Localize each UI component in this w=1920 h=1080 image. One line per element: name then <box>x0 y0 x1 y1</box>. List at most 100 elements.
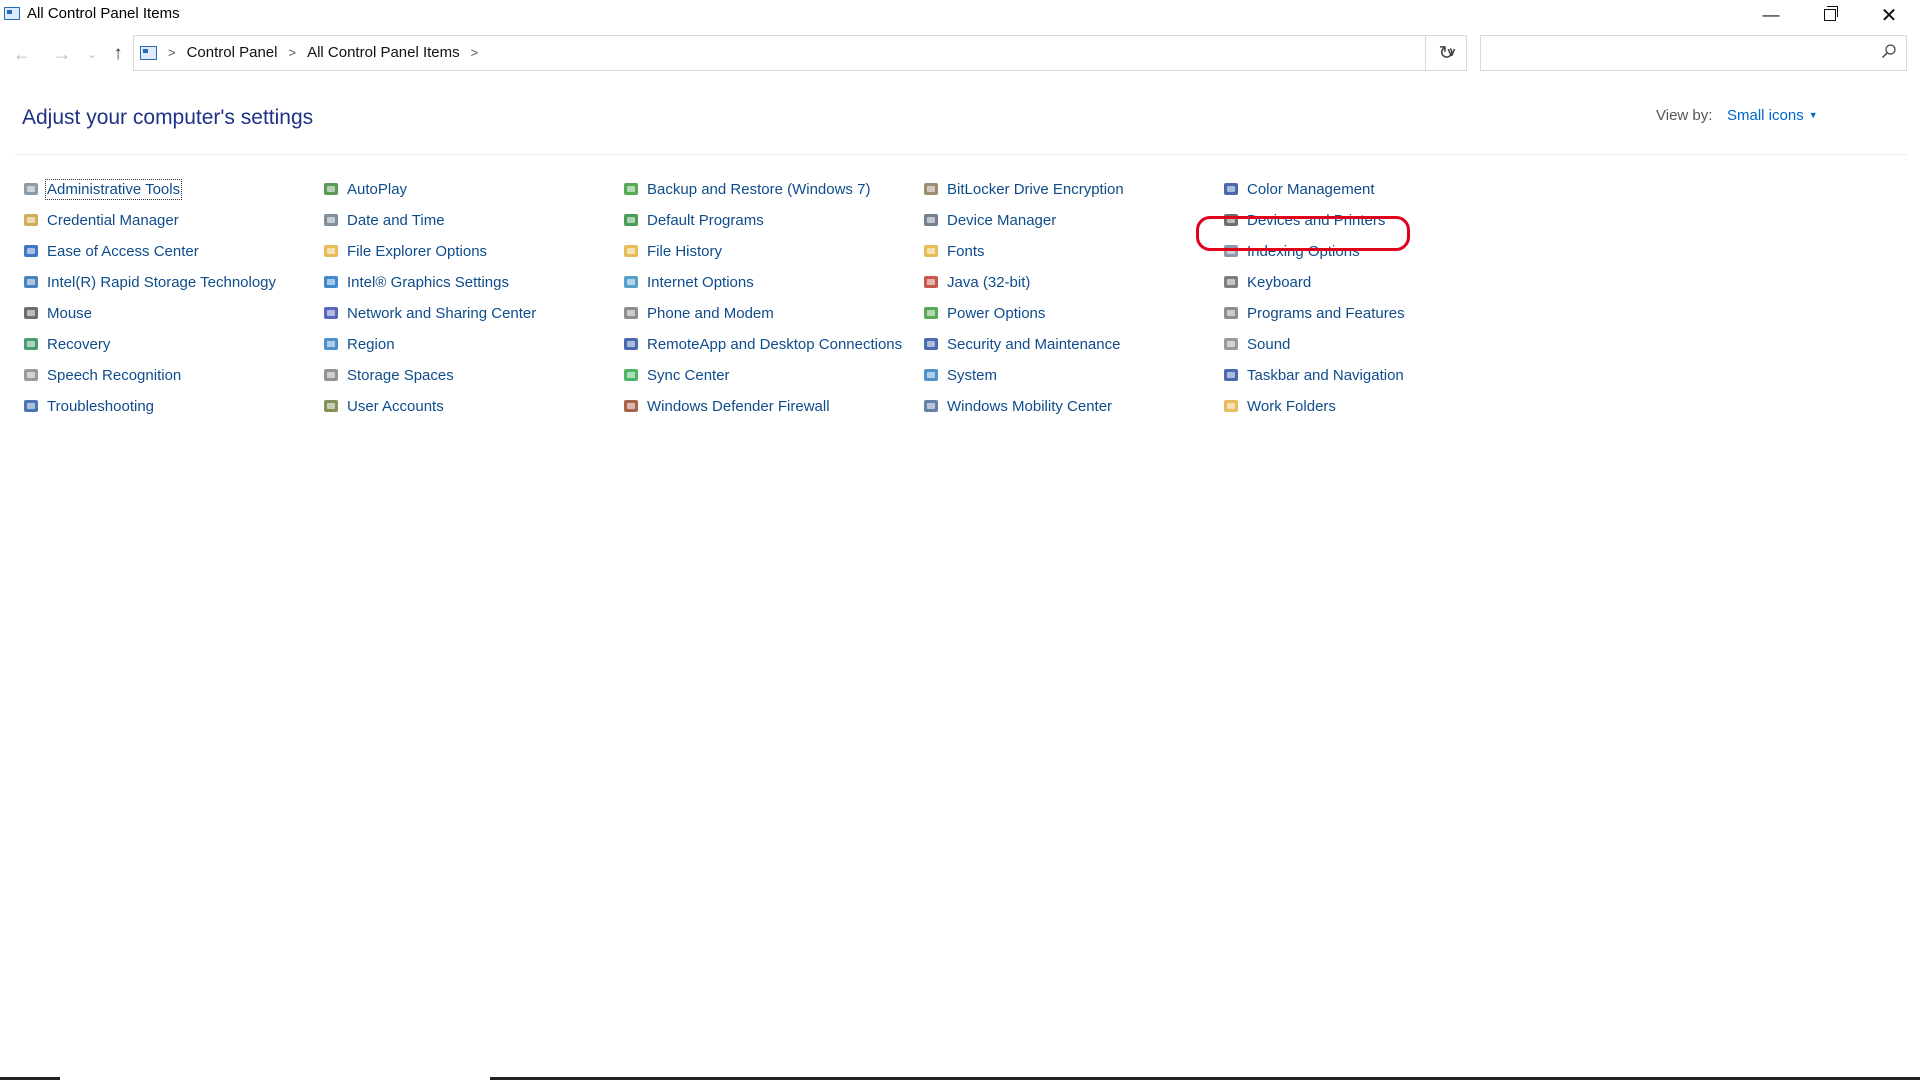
control-panel-item[interactable]: System <box>922 363 998 387</box>
up-arrow-icon: ↑ <box>113 43 123 64</box>
color-management-icon <box>1222 180 1240 198</box>
item-label: Windows Mobility Center <box>947 397 1113 415</box>
control-panel-item[interactable]: Administrative Tools <box>22 177 183 201</box>
control-panel-item[interactable]: Phone and Modem <box>622 301 775 325</box>
back-arrow-icon: ← <box>13 43 31 64</box>
control-panel-item[interactable]: Security and Maintenance <box>922 332 1121 356</box>
breadcrumb-separator-icon[interactable]: > <box>471 45 479 60</box>
control-panel-item[interactable]: Windows Mobility Center <box>922 394 1113 418</box>
control-panel-item[interactable]: Sound <box>1222 332 1291 356</box>
up-button[interactable]: ↑ <box>106 40 130 68</box>
breadcrumb-separator-icon[interactable]: > <box>288 45 296 60</box>
phone-modem-icon <box>622 304 640 322</box>
page-title: Adjust your computer's settings <box>22 106 314 129</box>
control-panel-item[interactable]: Java (32-bit) <box>922 270 1031 294</box>
control-panel-item[interactable]: Fonts <box>922 239 986 263</box>
control-panel-item[interactable]: Network and Sharing Center <box>322 301 537 325</box>
control-panel-item[interactable]: Keyboard <box>1222 270 1312 294</box>
forward-button[interactable]: → <box>50 40 74 68</box>
item-label: System <box>947 366 998 384</box>
view-by-dropdown[interactable]: Small icons ▼ <box>1727 107 1818 124</box>
control-panel-item[interactable]: Date and Time <box>322 208 446 232</box>
item-label: Sound <box>1247 335 1291 353</box>
control-panel-item[interactable]: File Explorer Options <box>322 239 488 263</box>
clock-icon <box>322 211 340 229</box>
item-label: Taskbar and Navigation <box>1247 366 1404 384</box>
mobility-center-icon <box>922 397 940 415</box>
item-label: Speech Recognition <box>47 366 182 384</box>
title-bar: All Control Panel Items — ✕ <box>0 0 1920 30</box>
control-panel-icon <box>140 46 157 60</box>
device-manager-icon <box>922 211 940 229</box>
back-button[interactable]: ← <box>10 40 34 68</box>
breadcrumb-control-panel[interactable]: Control Panel <box>187 44 278 61</box>
item-label: Security and Maintenance <box>947 335 1121 353</box>
item-label: BitLocker Drive Encryption <box>947 180 1124 198</box>
minimize-icon: — <box>1762 5 1780 24</box>
minimize-button[interactable]: — <box>1742 0 1800 30</box>
item-label: File History <box>647 242 723 260</box>
recent-locations-button[interactable]: ⌄ <box>80 40 104 68</box>
item-label: Backup and Restore (Windows 7) <box>647 180 871 198</box>
control-panel-item[interactable]: Default Programs <box>622 208 765 232</box>
network-icon <box>322 304 340 322</box>
control-panel-item[interactable]: Programs and Features <box>1222 301 1406 325</box>
item-label: Intel(R) Rapid Storage Technology <box>47 273 277 291</box>
control-panel-item[interactable]: Credential Manager <box>22 208 180 232</box>
control-panel-item[interactable]: Sync Center <box>622 363 731 387</box>
item-label: Color Management <box>1247 180 1375 198</box>
backup-icon <box>622 180 640 198</box>
item-label: Keyboard <box>1247 273 1312 291</box>
control-panel-item[interactable]: Recovery <box>22 332 111 356</box>
search-box[interactable] <box>1480 35 1907 71</box>
control-panel-item[interactable]: Internet Options <box>622 270 755 294</box>
address-bar[interactable]: > Control Panel > All Control Panel Item… <box>133 35 1467 71</box>
control-panel-item[interactable]: BitLocker Drive Encryption <box>922 177 1125 201</box>
control-panel-item[interactable]: Speech Recognition <box>22 363 182 387</box>
control-panel-item[interactable]: Storage Spaces <box>322 363 455 387</box>
control-panel-item[interactable]: Power Options <box>922 301 1046 325</box>
item-label: Administrative Tools <box>44 178 183 200</box>
breadcrumb-all-items[interactable]: All Control Panel Items <box>307 44 460 61</box>
item-label: RemoteApp and Desktop Connections <box>647 335 903 353</box>
fonts-icon <box>922 242 940 260</box>
security-flag-icon <box>922 335 940 353</box>
search-icon[interactable] <box>1881 43 1897 59</box>
item-label: Internet Options <box>647 273 754 291</box>
item-label: Phone and Modem <box>647 304 774 322</box>
highlight-annotation <box>1196 216 1410 251</box>
control-panel-item[interactable]: Device Manager <box>922 208 1057 232</box>
control-panel-item[interactable]: Backup and Restore (Windows 7) <box>622 177 871 201</box>
control-panel-item[interactable]: User Accounts <box>322 394 445 418</box>
programs-features-icon <box>1222 304 1240 322</box>
control-panel-item[interactable]: Region <box>322 332 396 356</box>
control-panel-item[interactable]: Mouse <box>22 301 93 325</box>
restore-button[interactable] <box>1801 0 1859 30</box>
work-folders-icon <box>1222 397 1240 415</box>
close-button[interactable]: ✕ <box>1860 0 1918 30</box>
control-panel-item[interactable]: Taskbar and Navigation <box>1222 363 1405 387</box>
control-panel-item[interactable]: Troubleshooting <box>22 394 155 418</box>
intel-graphics-icon <box>322 273 340 291</box>
header-divider <box>14 154 1907 155</box>
search-input[interactable] <box>1489 43 1863 65</box>
autoplay-icon <box>322 180 340 198</box>
control-panel-item[interactable]: Color Management <box>1222 177 1376 201</box>
control-panel-item[interactable]: Intel® Graphics Settings <box>322 270 510 294</box>
item-label: Recovery <box>47 335 111 353</box>
system-icon <box>922 366 940 384</box>
item-label: Intel® Graphics Settings <box>347 273 509 291</box>
control-panel-item[interactable]: RemoteApp and Desktop Connections <box>622 332 903 356</box>
item-label: Mouse <box>47 304 93 322</box>
control-panel-item[interactable]: AutoPlay <box>322 177 408 201</box>
item-label: Ease of Access Center <box>47 242 199 260</box>
control-panel-item[interactable]: Windows Defender Firewall <box>622 394 831 418</box>
storage-spaces-icon <box>322 366 340 384</box>
control-panel-item[interactable]: Work Folders <box>1222 394 1337 418</box>
refresh-button[interactable]: ↻ <box>1425 35 1467 71</box>
control-panel-item[interactable]: Intel(R) Rapid Storage Technology <box>22 270 277 294</box>
breadcrumb-separator-icon[interactable]: > <box>168 45 176 60</box>
control-panel-icon <box>4 7 20 20</box>
control-panel-item[interactable]: Ease of Access Center <box>22 239 200 263</box>
control-panel-item[interactable]: File History <box>622 239 723 263</box>
